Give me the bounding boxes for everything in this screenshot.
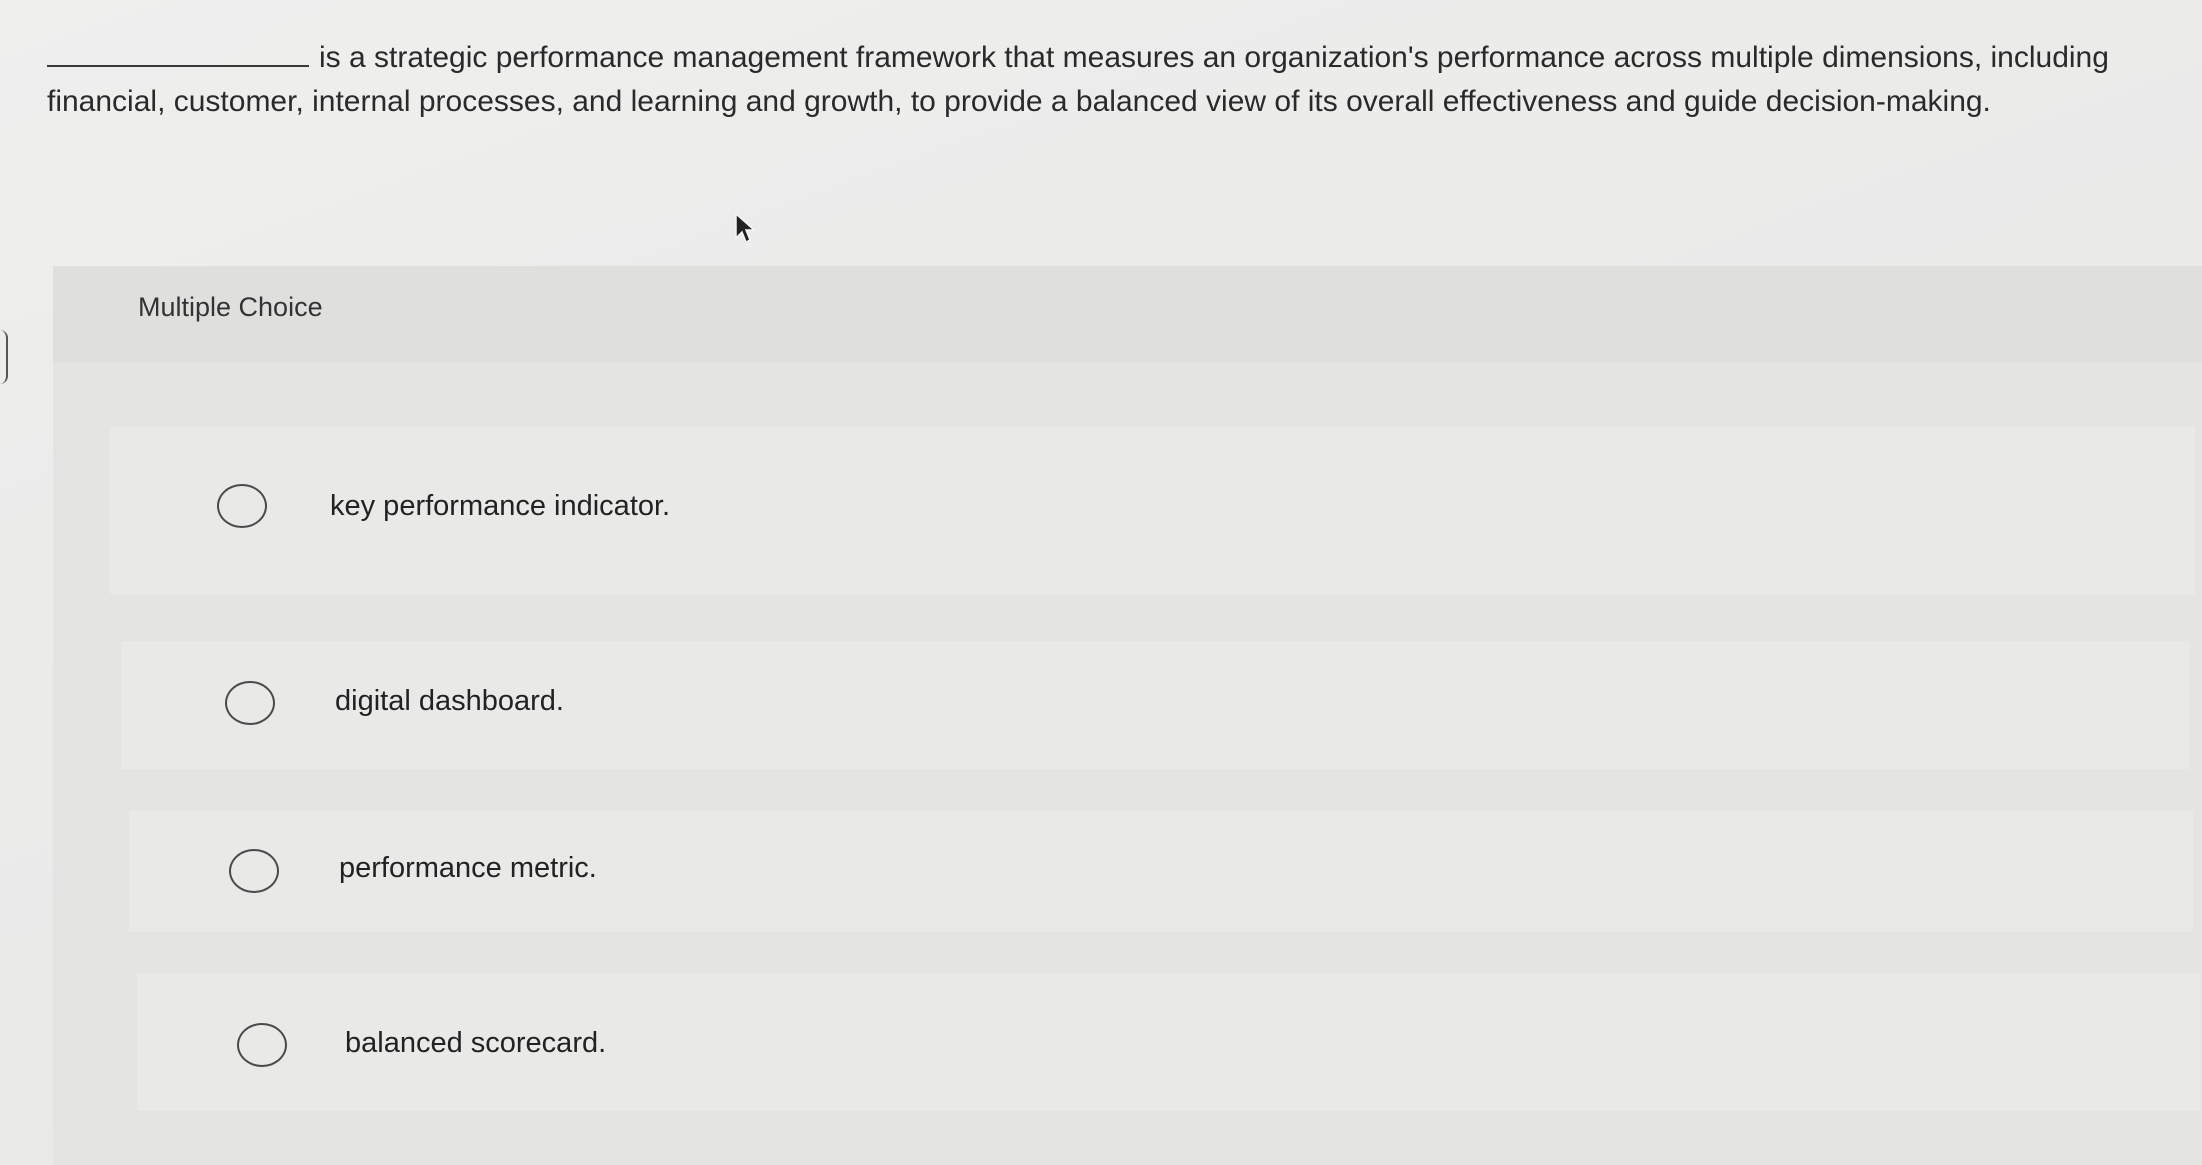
radio-unselected-icon[interactable] <box>225 681 275 725</box>
choice-label[interactable]: digital dashboard. <box>335 685 564 718</box>
choice-label[interactable]: key performance indicator. <box>330 490 670 523</box>
multiple-choice-panel: Multiple Choice key performance indicato… <box>53 266 2202 1165</box>
choice-label[interactable]: balanced scorecard. <box>345 1027 606 1060</box>
choice-option-1[interactable]: key performance indicator. <box>110 426 2195 594</box>
radio-unselected-icon[interactable] <box>217 484 267 528</box>
choice-option-3[interactable]: performance metric. <box>129 811 2193 932</box>
mouse-pointer-icon <box>735 212 756 244</box>
choice-option-4[interactable]: balanced scorecard. <box>137 973 2200 1111</box>
question-type-label: Multiple Choice <box>138 292 323 322</box>
radio-unselected-icon[interactable] <box>237 1023 287 1067</box>
question-prompt: is a strategic performance management fr… <box>47 36 2187 124</box>
answer-blank <box>47 65 309 67</box>
choice-list: key performance indicator. digital dashb… <box>53 362 2202 1165</box>
choice-label[interactable]: performance metric. <box>339 852 597 885</box>
radio-unselected-icon[interactable] <box>229 849 279 893</box>
question-text: is a strategic performance management fr… <box>47 41 2109 118</box>
choice-option-2[interactable]: digital dashboard. <box>121 641 2190 769</box>
window-edge <box>0 330 8 384</box>
panel-header: Multiple Choice <box>53 266 2202 362</box>
